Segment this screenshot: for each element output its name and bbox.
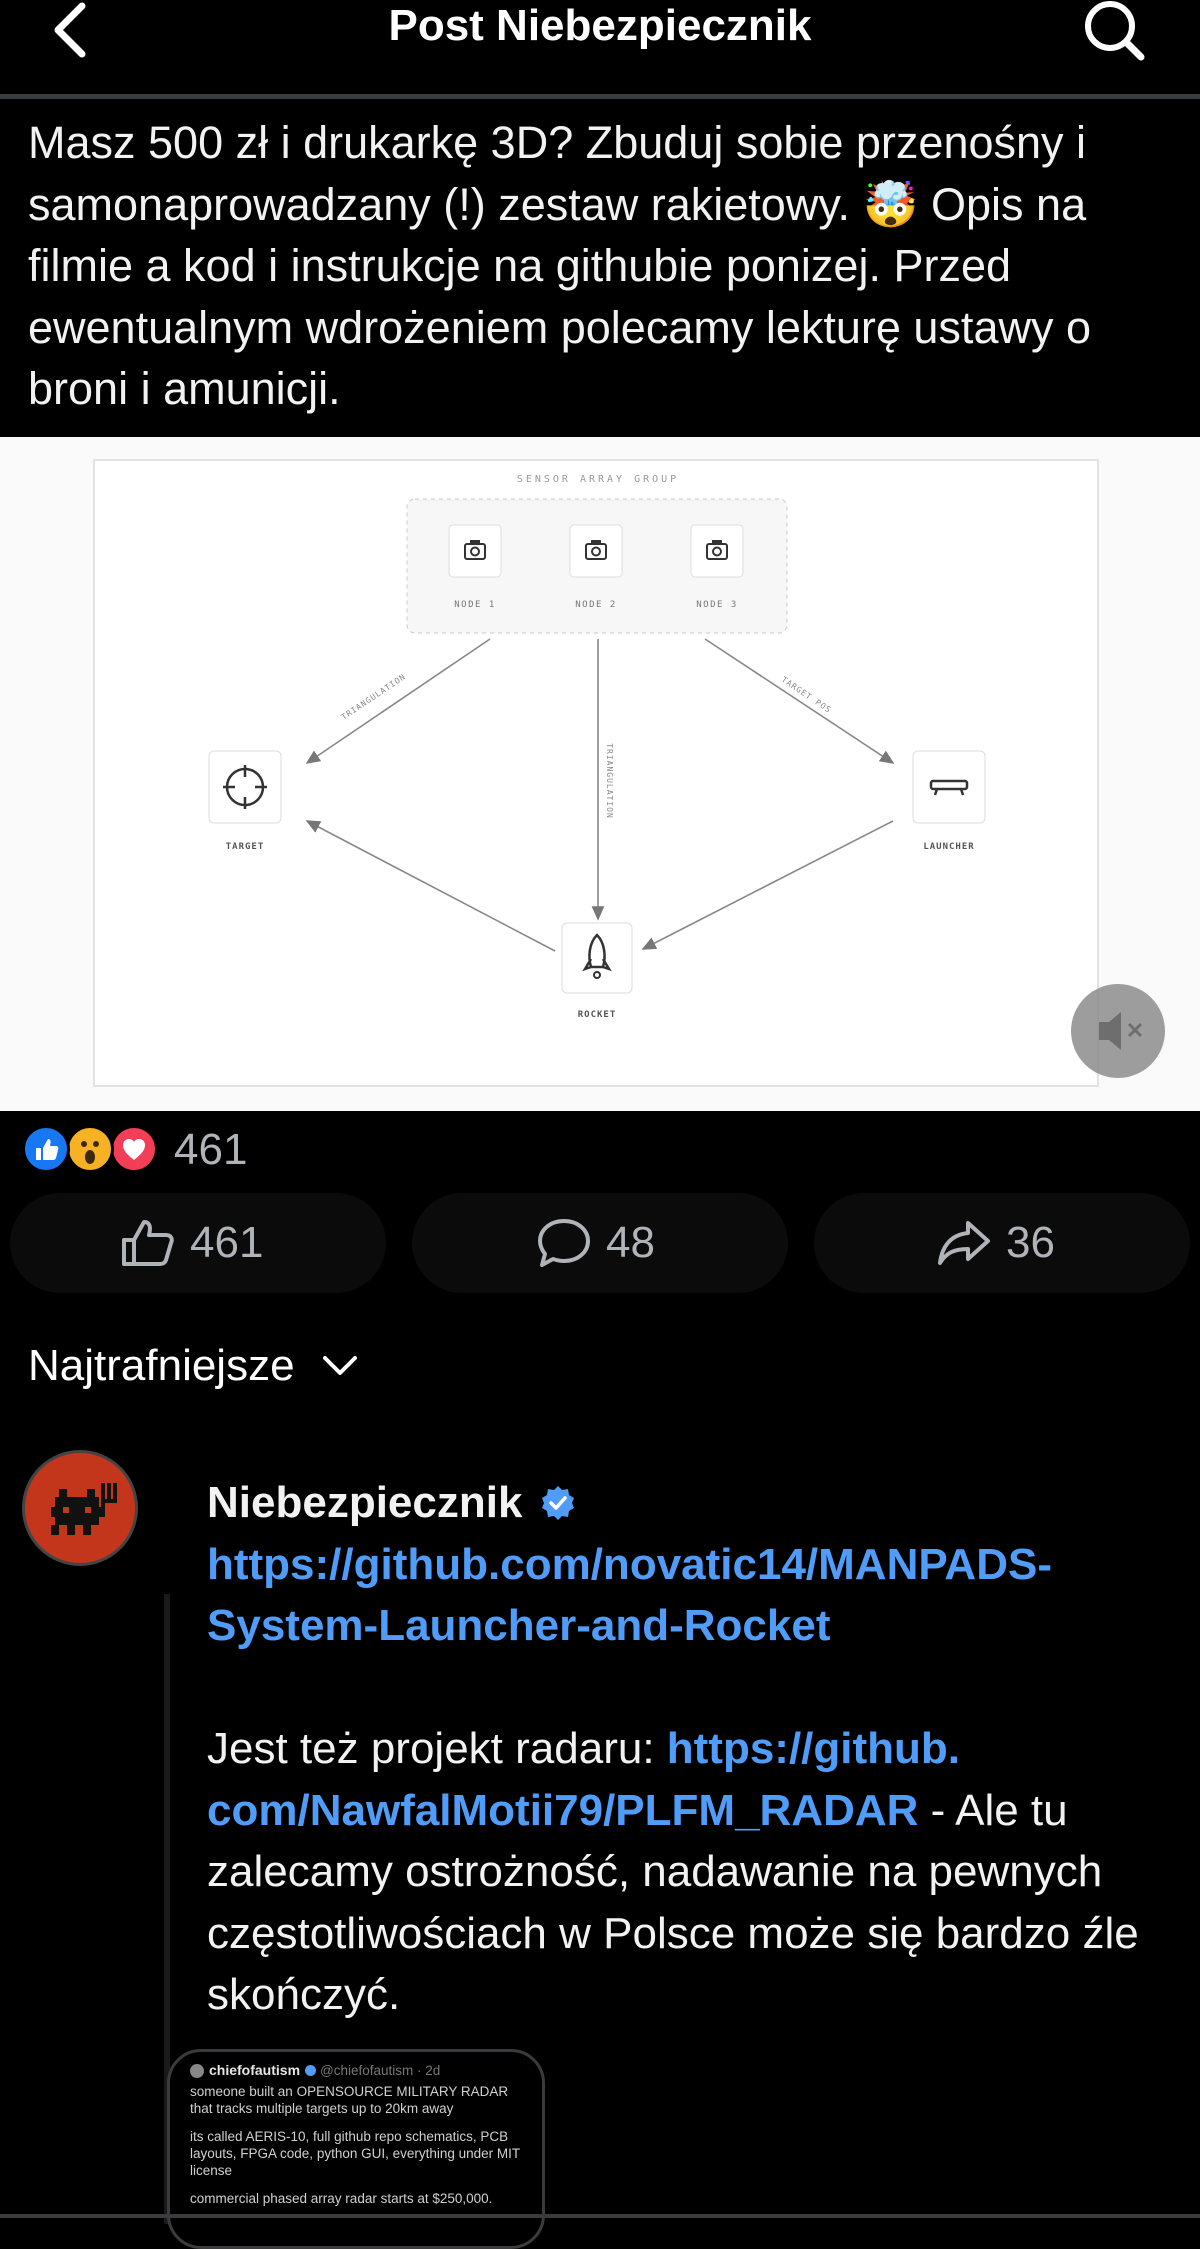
comment-link-1-line1: https://github.com/novatic14/MANPADS- (207, 1539, 1052, 1589)
rocket-label: ROCKET (578, 1010, 617, 1020)
target-node: TARGET (208, 750, 282, 852)
unmute-button[interactable] (1071, 984, 1165, 1078)
verified-badge-icon (305, 2065, 317, 2076)
node-2-label: NODE 2 (575, 600, 617, 610)
edge-rocket-target (305, 820, 556, 952)
node-1-label: NODE 1 (454, 600, 496, 610)
search-icon (1085, 1, 1145, 61)
comment-link-1[interactable]: https://github.com/novatic14/MANPADS- Sy… (207, 1534, 1167, 1657)
verified-badge-icon (542, 1485, 575, 1520)
comment-button[interactable]: 48 (412, 1193, 788, 1293)
comment-author-row: Niebezpiecznik (207, 1472, 1167, 1534)
like-button[interactable]: 461 (10, 1193, 386, 1293)
embed-handle: @chiefofautism · 2d (320, 2063, 441, 2078)
edge-sensors-launcher (704, 638, 895, 764)
embed-author: chiefofautism (209, 2062, 301, 2078)
love-reaction-icon (110, 1125, 158, 1173)
target-label: TARGET (226, 842, 265, 852)
embed-avatar (190, 2063, 204, 2078)
post-text: Masz 500 zł i drukarkę 3D? Zbuduj sobie … (28, 117, 1091, 414)
reaction-count: 461 (174, 1125, 248, 1174)
comment-icon (538, 1219, 590, 1267)
comment-link-2-line2[interactable]: com/NawfalMotii79/PLFM_RADAR (207, 1786, 918, 1835)
top-bar: Post Niebezpiecznik (0, 0, 1200, 99)
like-count: 461 (190, 1218, 264, 1267)
comment-text: Jest też projekt radaru: https://github.… (207, 1718, 1167, 2026)
edge-left-label: TRIANGULATION (340, 672, 408, 722)
share-button[interactable]: 36 (814, 1193, 1190, 1293)
comment-sort-dropdown[interactable]: Najtrafniejsze (28, 1336, 359, 1396)
comment-link-2-line1[interactable]: https://github. (667, 1724, 960, 1773)
diagram-card: SENSOR ARRAY GROUP NODE 1 NODE 2 NODE 3 (93, 459, 1099, 1087)
sensor-group-label: SENSOR ARRAY GROUP (517, 474, 679, 485)
embed-line-1: someone built an OPENSOURCE MILITARY RAD… (190, 2084, 509, 2116)
comment-text-before: Jest też projekt radaru: (207, 1724, 667, 1773)
chevron-down-icon (322, 1356, 357, 1375)
comment-author[interactable]: Niebezpiecznik (207, 1472, 522, 1534)
wow-reaction-icon (66, 1125, 114, 1173)
page-title: Post Niebezpiecznik (388, 1, 812, 50)
edge-middle-label: TRIANGULATION (605, 743, 614, 819)
rocket-node: ROCKET (561, 922, 633, 1020)
avatar[interactable] (22, 1450, 138, 1566)
comment: Niebezpiecznik https://github.com/novati… (207, 1472, 1167, 2026)
launcher-label: LAUNCHER (923, 842, 974, 852)
launcher-node: LAUNCHER (912, 750, 986, 852)
share-icon (938, 1221, 990, 1265)
post-video[interactable]: SENSOR ARRAY GROUP NODE 1 NODE 2 NODE 3 (0, 437, 1200, 1111)
edge-sensors-target (305, 638, 491, 764)
sort-label: Najtrafniejsze (28, 1341, 295, 1390)
comment-embedded-image[interactable]: chiefofautism @chiefofautism · 2d someon… (167, 2049, 545, 2249)
edge-right-label: TARGET POS (780, 675, 833, 715)
speaker-muted-icon (1099, 1012, 1143, 1050)
comment-link-1-line2: System-Launcher-and-Rocket (207, 1601, 831, 1650)
pixel-monster-logo (51, 1483, 117, 1535)
search-button[interactable] (1082, 0, 1146, 62)
bottom-divider (0, 2214, 1200, 2218)
embed-line-3: commercial phased array radar starts at … (190, 2191, 493, 2206)
like-reaction-icon (22, 1125, 70, 1173)
embed-line-2: its called AERIS-10, full github repo sc… (190, 2129, 520, 2178)
system-diagram: SENSOR ARRAY GROUP NODE 1 NODE 2 NODE 3 (208, 474, 986, 1020)
node-3-label: NODE 3 (696, 600, 738, 610)
edge-launcher-rocket (641, 820, 894, 950)
share-count: 36 (1006, 1218, 1055, 1267)
comment-count: 48 (606, 1218, 655, 1267)
thumbs-up-icon (122, 1220, 174, 1266)
